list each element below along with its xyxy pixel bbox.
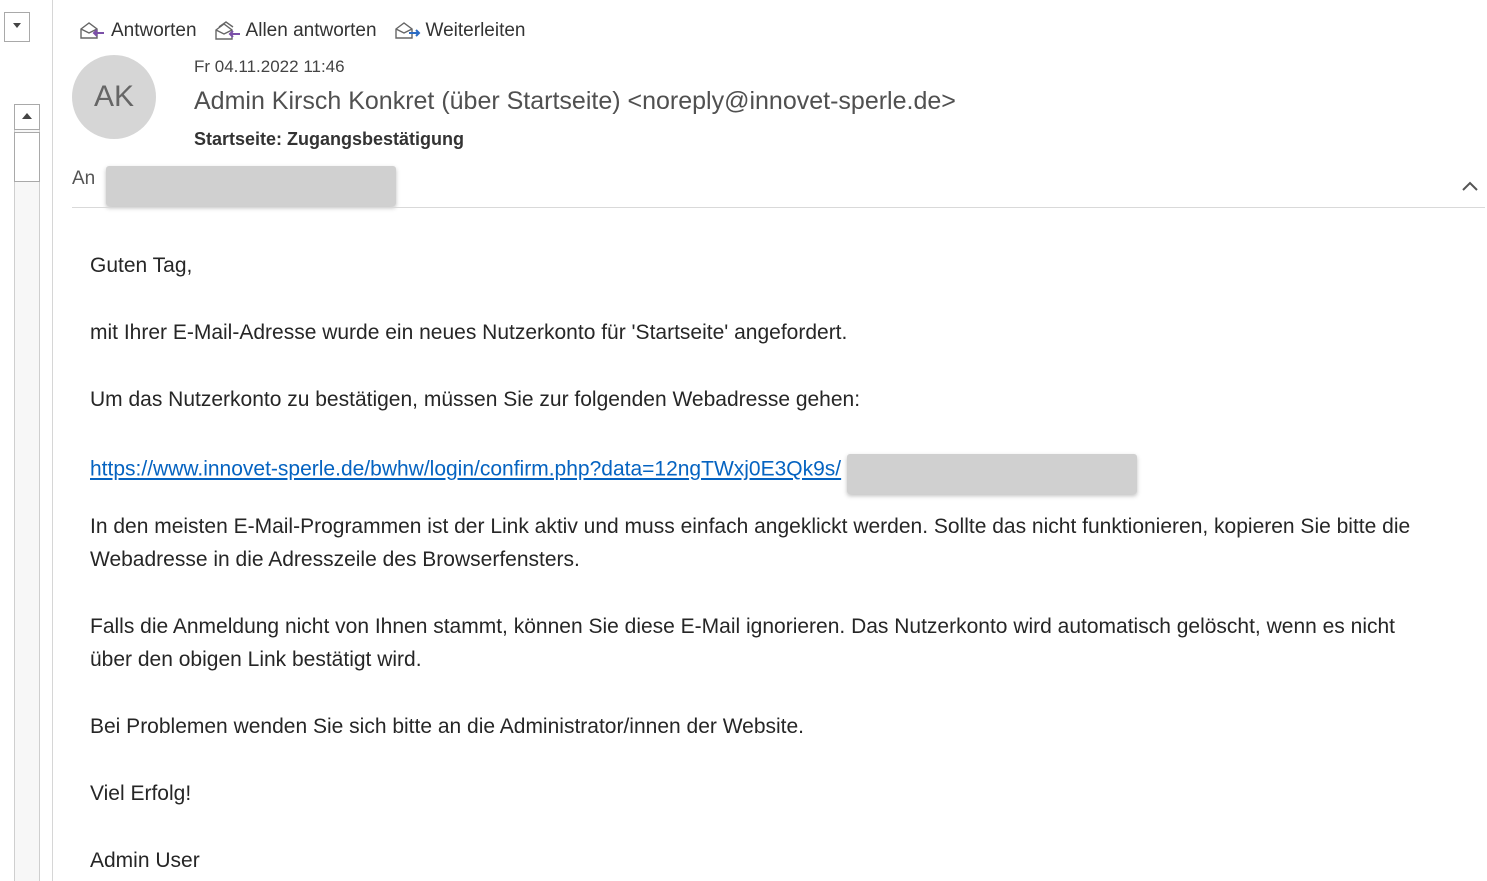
body-paragraph-5: Bei Problemen wenden Sie sich bitte an d… [90,715,805,738]
to-label: An [72,168,96,189]
vertical-scrollbar[interactable] [14,104,40,881]
chevron-down-icon [13,23,21,28]
dropdown-button[interactable] [4,12,30,42]
message-date: Fr 04.11.2022 11:46 [194,57,345,76]
body-paragraph-3: In den meisten E-Mail-Programmen ist der… [90,515,1411,571]
body-paragraph-2: Um das Nutzerkonto zu bestätigen, müssen… [90,388,861,411]
reply-button[interactable]: Antworten [78,20,197,42]
closing: Viel Erfolg! [90,782,192,805]
reply-label: Antworten [111,20,197,41]
reply-icon [80,22,104,39]
reply-all-icon [214,21,240,40]
body-paragraph-1: mit Ihrer E-Mail-Adresse wurde ein neues… [90,321,848,344]
scroll-thumb[interactable] [14,132,40,182]
redacted-link-suffix [846,454,1137,494]
left-strip [0,0,53,881]
message-actions-toolbar: Antworten Allen antworten Weiterleiten [78,16,542,46]
signature: Admin User [90,849,200,872]
reply-all-label: Allen antworten [245,20,377,41]
link-paragraph: https://www.innovet-sperle.de/bwhw/login… [90,450,1430,494]
greeting: Guten Tag, [90,254,193,277]
sender-avatar: AK [72,55,156,139]
redacted-recipient [106,166,396,206]
forward-button[interactable]: Weiterleiten [393,20,526,42]
message-body: Guten Tag, mit Ihrer E-Mail-Adresse wurd… [90,249,1430,881]
body-paragraph-4: Falls die Anmeldung nicht von Ihnen stam… [90,615,1396,671]
sender-name[interactable]: Admin Kirsch Konkret (über Startseite) <… [194,87,956,116]
reply-all-button[interactable]: Allen antworten [213,20,377,42]
confirm-link[interactable]: https://www.innovet-sperle.de/bwhw/login… [90,458,841,481]
arrow-up-icon [22,113,32,119]
chevron-up-icon[interactable] [1460,178,1480,194]
scroll-up-button[interactable] [14,104,40,130]
message-subject: Startseite: Zugangsbestätigung [194,129,465,149]
forward-label: Weiterleiten [425,20,526,41]
email-reading-pane: Antworten Allen antworten Weiterleiten A… [0,0,1487,881]
header-divider [72,207,1485,208]
forward-icon [394,22,420,39]
